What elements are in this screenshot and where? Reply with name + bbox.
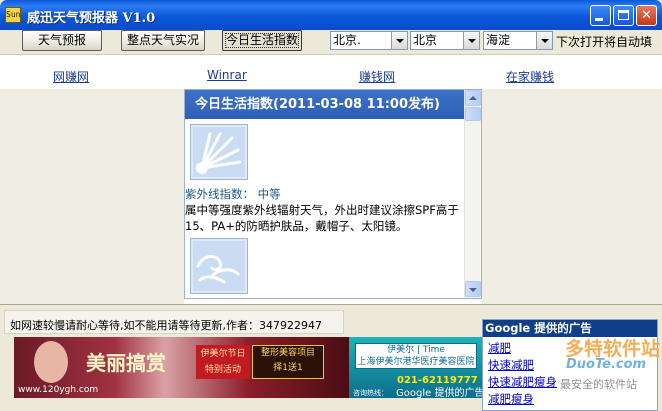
banner-slogan: 美丽搞赏: [86, 351, 166, 375]
province-select[interactable]: 北京.: [330, 31, 408, 50]
uv-index-description: 属中等强度紫外线辐射天气，外出时建议涂擦SPF高于15、PA+的防晒护肤品，戴帽…: [185, 203, 459, 233]
maximize-icon: [618, 10, 629, 20]
maximize-button[interactable]: [613, 5, 634, 26]
scroll-down-icon[interactable]: [465, 281, 481, 297]
close-button[interactable]: ✕: [636, 5, 657, 26]
banner-model-image: [34, 341, 68, 383]
forecast-button[interactable]: 天气预报: [22, 30, 102, 51]
chevron-down-icon[interactable]: [536, 32, 552, 49]
right-margin: [482, 89, 662, 305]
close-icon: ✕: [641, 8, 652, 23]
sun-rays-icon: [190, 124, 248, 180]
scroll-up-icon[interactable]: [465, 90, 481, 106]
wind-icon: [190, 238, 248, 294]
minimize-button[interactable]: [590, 5, 611, 26]
app-icon: Sun: [5, 7, 21, 23]
hourly-weather-button[interactable]: 整点天气实况: [121, 30, 205, 51]
life-index-panel: 今日生活指数(2011-03-08 11:00发布) 紫外线指数： 中等 属中等…: [184, 89, 482, 299]
banner-url: www.120ygh.com: [18, 385, 99, 395]
autofill-label: 下次打开将自动填: [556, 35, 653, 49]
link-wangzhuan[interactable]: 网赚网: [53, 68, 89, 85]
link-zhuanqian[interactable]: 赚钱网: [359, 68, 395, 85]
notice-box: 如网速较慢请耐心等待,如不能用请等待更新,作者：347922947: [4, 310, 344, 334]
chevron-down-icon[interactable]: [391, 32, 407, 49]
watermark-duote-url: DuoTe.com: [566, 357, 647, 372]
focus-rect: [225, 33, 299, 48]
district-select[interactable]: 海淀: [483, 31, 553, 50]
left-margin: [0, 89, 184, 305]
banner-badge-event: 伊美尔节日 特别活动: [196, 345, 250, 379]
chevron-down-icon[interactable]: [463, 32, 479, 49]
ad-link-kuaisu-jianfei-shoushen[interactable]: 快速减肥瘦身: [488, 374, 557, 390]
minimize-icon: [595, 18, 603, 21]
banner-hotline-label: 咨询热线：: [353, 389, 388, 397]
scroll-thumb[interactable]: [465, 107, 481, 121]
title-bar[interactable]: Sun 威迅天气预报器 V1.0 ✕: [0, 0, 662, 30]
ad-link-jianfei-shoushen[interactable]: 减肥瘦身: [488, 391, 534, 407]
city-select[interactable]: 北京: [410, 31, 480, 50]
district-value: 海淀: [486, 33, 511, 47]
ad-link-jianfei[interactable]: 减肥: [488, 340, 511, 356]
banner-hospital-logo: 伊美尔 | Time 上海伊美尔港华医疗美容医院: [355, 343, 477, 369]
notice-text: 如网速较慢请耐心等待,如不能用请等待更新,作者：347922947: [10, 319, 322, 332]
bottom-panel: 如网速较慢请耐心等待,如不能用请等待更新,作者：347922947 美丽搞赏 伊…: [0, 304, 662, 411]
vertical-scrollbar[interactable]: [464, 90, 481, 298]
browser-content: 网赚网 Winrar 赚钱网 在家赚钱 今日生活指数(2011-03-08 11…: [0, 54, 662, 305]
province-value: 北京.: [333, 33, 361, 47]
life-index-button[interactable]: 今日生活指数: [222, 30, 302, 51]
banner-badge-offer: 整形美容项目 择1送1: [252, 345, 324, 379]
city-value: 北京: [413, 33, 438, 47]
watermark-slogan: 最安全的软件站: [560, 378, 637, 391]
window-title: 威迅天气预报器 V1.0: [27, 11, 156, 26]
panel-title: 今日生活指数(2011-03-08 11:00发布): [185, 90, 466, 119]
link-zaijia[interactable]: 在家赚钱: [506, 68, 554, 85]
link-winrar[interactable]: Winrar: [207, 68, 247, 82]
google-ads-credit[interactable]: Google 提供的广告: [396, 384, 484, 399]
uv-index-label: 紫外线指数： 中等: [185, 187, 281, 201]
ad-link-kuaisu-jianfei[interactable]: 快速减肥: [488, 357, 534, 373]
toolbar: 天气预报 整点天气实况 今日生活指数 北京. 北京 海淀 下次打开将自动填: [0, 30, 662, 52]
